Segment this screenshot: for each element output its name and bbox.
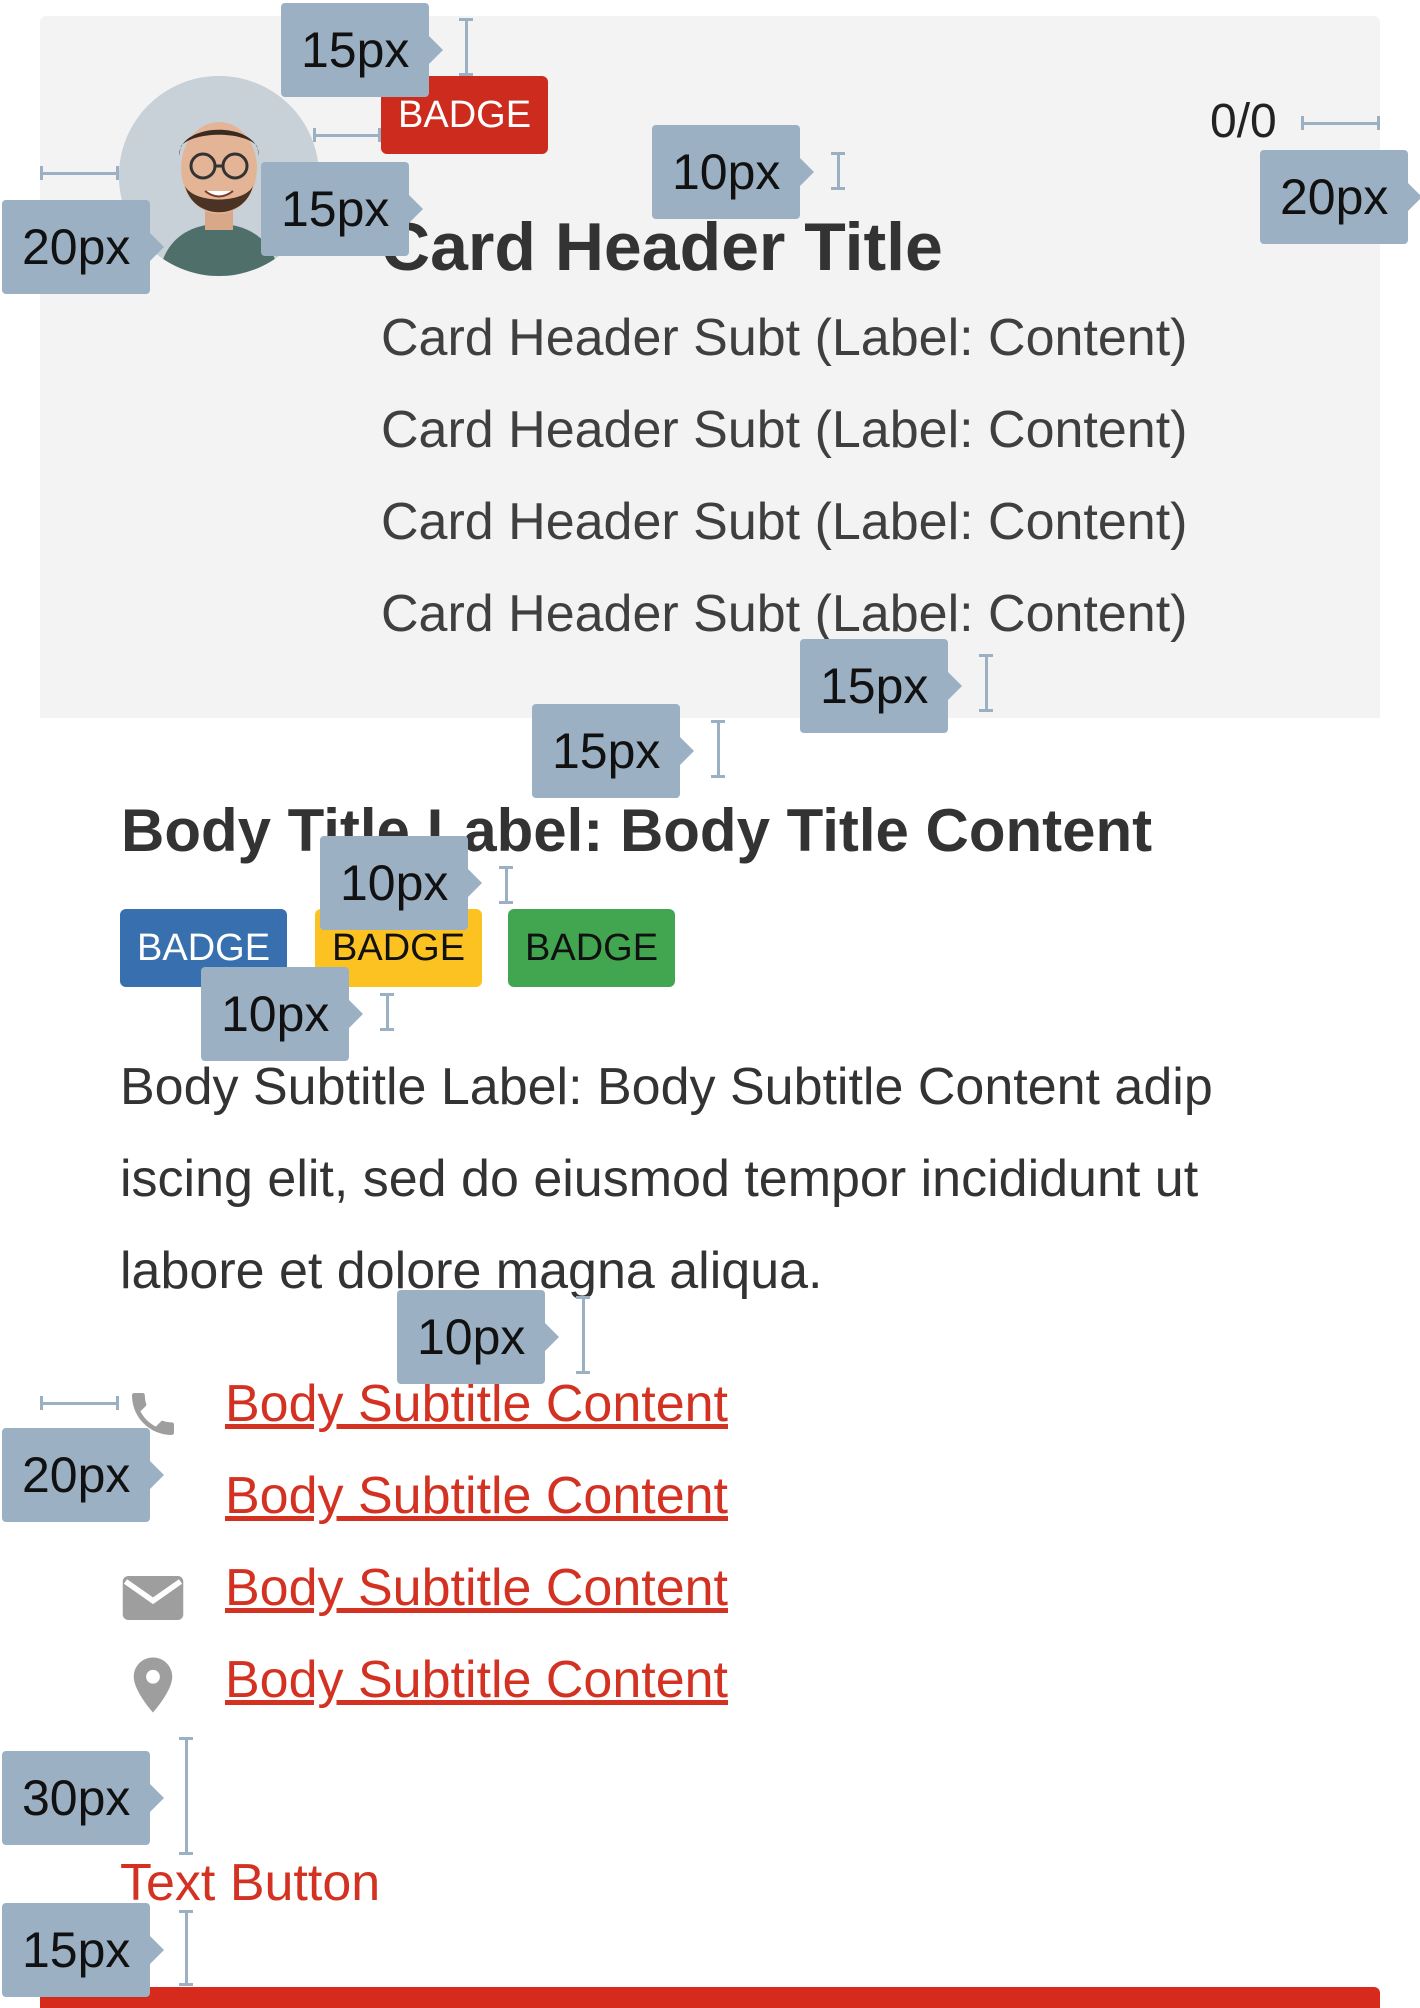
- spacing-marker: [576, 1296, 590, 1374]
- spacing-annotation: 10px: [397, 1290, 560, 1384]
- text-button[interactable]: Text Button: [120, 1853, 380, 1913]
- spacing-marker: [711, 720, 725, 778]
- contact-row-email: Body Subtitle Content: [120, 1558, 820, 1638]
- spacing-annotation: 20px: [2, 200, 165, 294]
- spacing-marker: [179, 1737, 193, 1855]
- location-link[interactable]: Body Subtitle Content: [225, 1650, 728, 1710]
- contact-row: Body Subtitle Content: [120, 1466, 820, 1546]
- spacing-marker: [499, 866, 513, 904]
- header-subtitle: Card Header Subt (Label: Content): [381, 401, 1188, 459]
- spacing-marker: [459, 18, 473, 76]
- spacing-annotation: 10px: [201, 967, 364, 1061]
- spacing-annotation: 15px: [800, 639, 963, 733]
- header-subtitle: Card Header Subt (Label: Content): [381, 493, 1188, 551]
- body-title: Body Title Label: Body Title Content: [121, 797, 1153, 864]
- spacing-annotation: 15px: [261, 162, 424, 256]
- header-title: Card Header Title: [381, 209, 943, 285]
- bottom-accent-bar: [40, 1987, 1380, 2008]
- spacing-annotation: 30px: [2, 1751, 165, 1845]
- location-pin-icon: [133, 1657, 173, 1713]
- spacing-marker: [1301, 116, 1380, 130]
- header-subtitle: Card Header Subt (Label: Content): [381, 309, 1188, 367]
- header-subtitle: Card Header Subt (Label: Content): [381, 585, 1188, 643]
- spacing-annotation: 15px: [2, 1903, 165, 1997]
- counter: 0/0: [1210, 95, 1277, 148]
- spacing-marker: [40, 166, 119, 180]
- email-link[interactable]: Body Subtitle Content: [225, 1558, 728, 1618]
- spacing-annotation: 20px: [2, 1428, 165, 1522]
- contact-row-location: Body Subtitle Content: [120, 1650, 820, 1730]
- spacing-annotation: 10px: [320, 836, 483, 930]
- spacing-annotation: 15px: [532, 704, 695, 798]
- spacing-marker: [380, 993, 394, 1031]
- badge-green: BADGE: [508, 909, 676, 987]
- spacing-annotation: 15px: [281, 3, 444, 97]
- spacing-marker: [40, 1396, 119, 1410]
- spacing-marker: [179, 1910, 193, 1986]
- spacing-marker: [979, 654, 993, 712]
- contact-row-phone: Body Subtitle Content: [120, 1374, 820, 1454]
- spacing-marker: [831, 152, 845, 190]
- spacing-marker: [313, 128, 381, 142]
- contact-link[interactable]: Body Subtitle Content: [225, 1466, 728, 1526]
- spacing-annotation: 20px: [1260, 150, 1420, 244]
- mail-icon: [122, 1576, 184, 1620]
- spacing-annotation: 10px: [652, 125, 815, 219]
- body-paragraph: Body Subtitle Label: Body Subtitle Conte…: [120, 1058, 1213, 1300]
